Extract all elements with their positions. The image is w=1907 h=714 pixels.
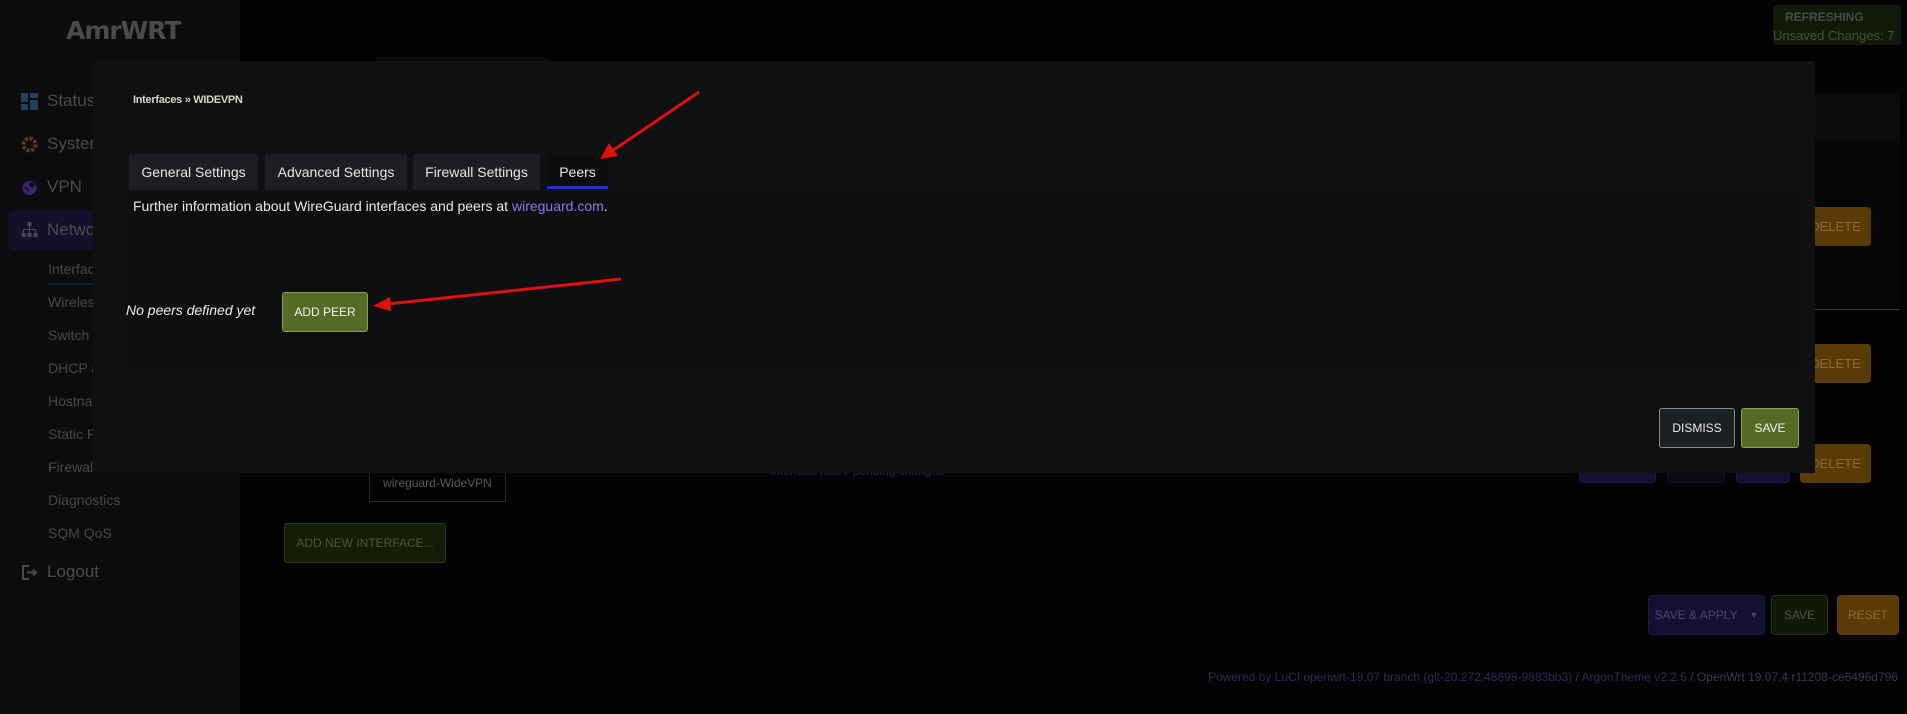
tab-peers[interactable]: Peers	[547, 154, 608, 190]
sidebar-subitem-firewall[interactable]: Firewall	[48, 459, 96, 475]
modal-save-button[interactable]: SAVE	[1741, 408, 1799, 448]
sidebar-item-logout[interactable]: Logout	[20, 552, 240, 592]
dismiss-button[interactable]: DISMISS	[1659, 408, 1735, 448]
sidebar-item-label: Logout	[47, 562, 99, 581]
tab-general-settings[interactable]: General Settings	[129, 154, 258, 190]
add-new-interface-button[interactable]: ADD NEW INTERFACE...	[284, 523, 446, 563]
sidebar-item-label: Status	[47, 91, 96, 110]
unsaved-changes-link[interactable]: Unsaved Changes: 7	[1773, 28, 1894, 43]
no-peers-message: No peers defined yet	[126, 302, 256, 318]
dropdown-caret-icon[interactable]: ▼	[1750, 610, 1759, 620]
save-apply-button[interactable]: SAVE & APPLY ▼	[1648, 595, 1765, 635]
gear-icon	[20, 135, 38, 153]
tab-firewall-settings[interactable]: Firewall Settings	[413, 154, 540, 190]
sidebar-subitem-switch[interactable]: Switch	[48, 327, 89, 343]
wireguard-link[interactable]: wireguard.com	[512, 198, 604, 214]
sidebar-item-label: VPN	[47, 177, 82, 196]
save-button[interactable]: SAVE	[1771, 595, 1828, 635]
wireguard-info-text: Further information about WireGuard inte…	[133, 198, 608, 214]
sidebar-subitem-diagnostics[interactable]: Diagnostics	[48, 492, 120, 508]
save-apply-label: SAVE & APPLY	[1654, 608, 1738, 622]
sitemap-icon	[20, 221, 38, 239]
footer: Powered by LuCI openwrt-19.07 branch (gi…	[1207, 670, 1898, 684]
logout-icon	[20, 563, 38, 581]
add-peer-button[interactable]: ADD PEER	[282, 292, 368, 332]
refreshing-label: REFRESHING	[1785, 10, 1864, 24]
footer-theme-link[interactable]: ArgonTheme v2.2.5	[1582, 670, 1687, 684]
logo: AmrWRT	[66, 16, 181, 45]
reset-button[interactable]: RESET	[1837, 595, 1899, 635]
footer-openwrt-version: OpenWrt 19.07.4 r11208-ce6496d796	[1696, 670, 1898, 684]
globe-icon	[20, 178, 38, 196]
breadcrumb: Interfaces » WIDEVPN	[133, 94, 243, 106]
tab-advanced-settings[interactable]: Advanced Settings	[265, 154, 407, 190]
sidebar-subitem-sqm-qos[interactable]: SQM QoS	[48, 525, 112, 541]
peers-tab-panel	[123, 190, 1801, 373]
footer-luci-link[interactable]: Powered by LuCI openwrt-19.07 branch (gi…	[1208, 670, 1572, 684]
dashboard-icon	[20, 92, 38, 110]
interface-edit-modal: Interfaces » WIDEVPN General Settings Ad…	[93, 61, 1815, 473]
interfaces-table-header	[1810, 93, 1900, 143]
